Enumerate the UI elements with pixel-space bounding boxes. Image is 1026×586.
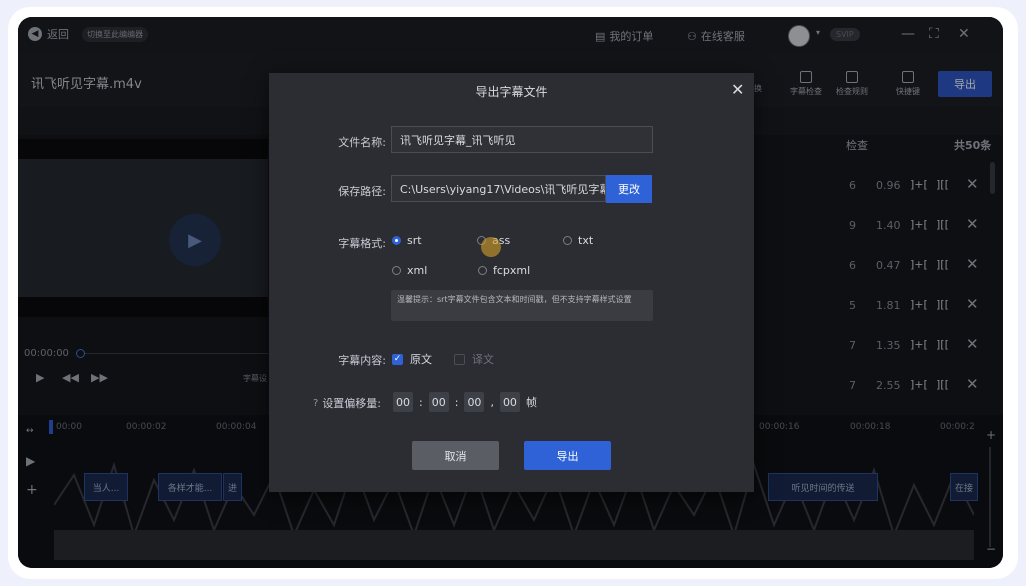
content-translation-checkbox[interactable]: 译文 — [454, 351, 494, 367]
offset-hours-input[interactable]: 00 — [393, 392, 413, 412]
format-label: 字幕格式: — [338, 237, 386, 250]
offset-label-group: ? 设置偏移量: — [313, 395, 381, 411]
dialog-close-icon[interactable]: ✕ — [731, 80, 744, 99]
checkbox-icon — [454, 353, 465, 365]
radio-selected-icon — [392, 236, 401, 245]
format-fcpxml-label: fcpxml — [493, 264, 531, 277]
app-window: ◀ 返回 切换至此编编器 ▤ 我的订单 ⚇ 在线客服 ▾ SVIP — ⛶ ✕ … — [18, 17, 1003, 568]
format-radio-srt[interactable]: srt — [392, 234, 422, 247]
format-radio-xml[interactable]: xml — [392, 264, 427, 277]
radio-icon — [563, 236, 572, 245]
radio-icon — [392, 266, 401, 275]
content-translation-label: 译文 — [472, 353, 494, 366]
separator: : — [454, 395, 459, 409]
format-xml-label: xml — [407, 264, 428, 277]
filename-input[interactable]: 讯飞听见字幕_讯飞听见 — [391, 126, 653, 153]
checkbox-checked-icon: ✓ — [392, 353, 403, 365]
content-original-label: 原文 — [410, 353, 432, 366]
mouse-cursor-highlight — [481, 237, 501, 257]
content-label: 字幕内容: — [338, 354, 386, 367]
format-radio-fcpxml[interactable]: fcpxml — [478, 264, 530, 277]
offset-label: 设置偏移量: — [322, 397, 382, 410]
content-original-checkbox[interactable]: ✓ 原文 — [392, 351, 432, 367]
format-hint: 温馨提示：srt字幕文件包含文本和时间戳，但不支持字幕样式设置 — [391, 290, 653, 321]
format-srt-label: srt — [407, 234, 422, 247]
format-txt-label: txt — [578, 234, 594, 247]
offset-seconds-input[interactable]: 00 — [464, 392, 485, 412]
path-label: 保存路径: — [338, 185, 386, 198]
export-subtitle-dialog: 导出字幕文件 ✕ 文件名称: 讯飞听见字幕_讯飞听见 保存路径: C:\User… — [269, 73, 754, 492]
dialog-export-button[interactable]: 导出 — [524, 441, 611, 470]
help-icon[interactable]: ? — [313, 398, 318, 409]
path-input[interactable]: C:\Users\yiyang17\Videos\讯飞听见字幕 — [391, 175, 606, 202]
separator: , — [490, 395, 494, 409]
frame-unit-label: 帧 — [525, 396, 537, 409]
offset-frames-input[interactable]: 00 — [499, 392, 520, 412]
change-path-button[interactable]: 更改 — [606, 175, 652, 203]
offset-inputs: 00 : 00 : 00 , 00 帧 — [393, 392, 537, 412]
format-radio-txt[interactable]: txt — [563, 234, 593, 247]
offset-minutes-input[interactable]: 00 — [428, 392, 449, 412]
cancel-button[interactable]: 取消 — [412, 441, 499, 470]
dialog-title: 导出字幕文件 — [475, 84, 548, 99]
filename-label: 文件名称: — [338, 136, 386, 149]
radio-icon — [478, 266, 487, 275]
separator: : — [419, 395, 423, 409]
